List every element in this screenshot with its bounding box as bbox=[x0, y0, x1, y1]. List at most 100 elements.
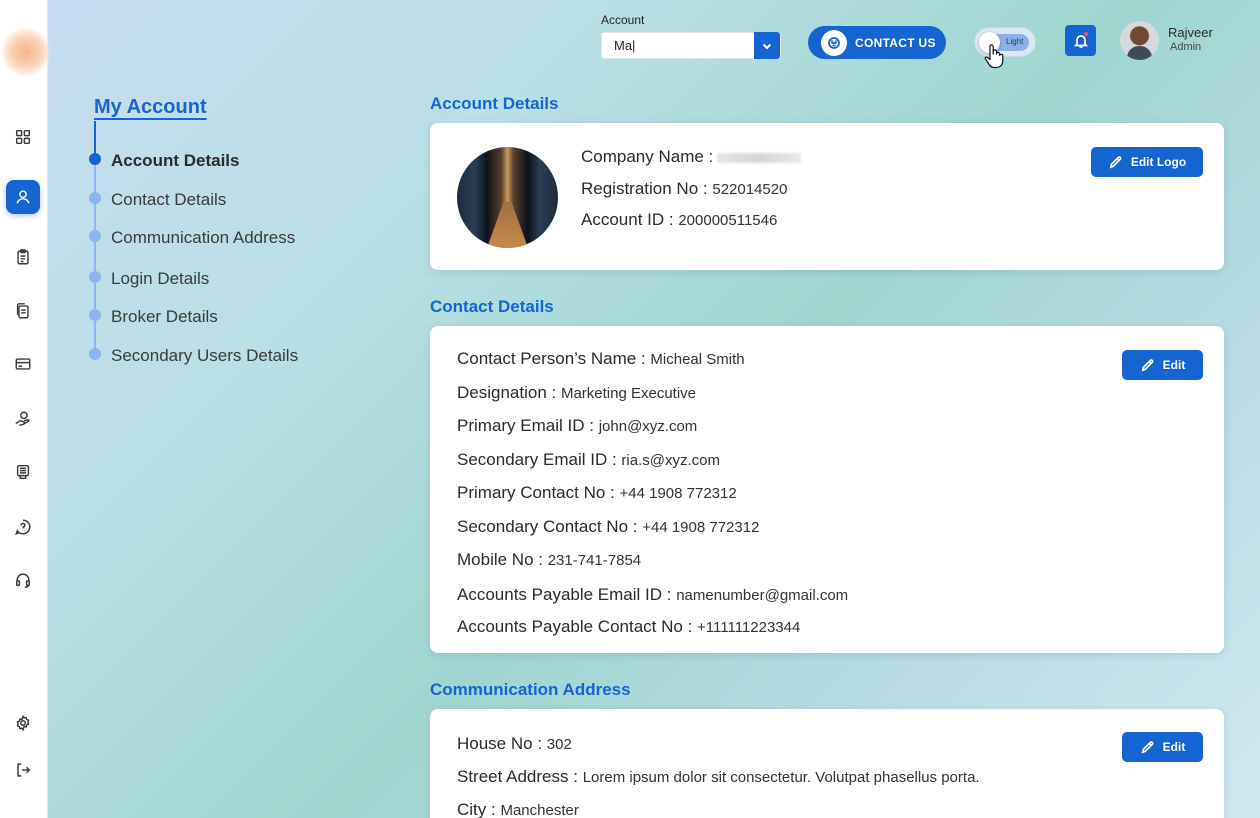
settings-icon[interactable] bbox=[6, 706, 40, 740]
brand-logo bbox=[2, 28, 50, 76]
company-name-field: Company Name : bbox=[581, 147, 802, 167]
account-details-card: Company Name : Registration No : 5220145… bbox=[430, 123, 1224, 270]
tree-dot bbox=[89, 230, 101, 242]
field-label: City : bbox=[457, 800, 496, 818]
contact-details-card: Contact Person’s Name : Micheal Smith De… bbox=[430, 326, 1224, 653]
theme-label: Light bbox=[1006, 37, 1024, 46]
contact-us-button[interactable]: CONTACT US bbox=[808, 26, 946, 59]
redacted-value bbox=[717, 152, 802, 163]
nav-item-broker-details[interactable]: Broker Details bbox=[111, 307, 218, 327]
sidebar bbox=[0, 0, 50, 818]
user-name: Rajveer bbox=[1168, 25, 1213, 40]
account-details-heading: Account Details bbox=[430, 94, 559, 113]
notifications-button[interactable] bbox=[1065, 25, 1096, 56]
help-icon[interactable] bbox=[6, 510, 40, 544]
edit-label: Edit bbox=[1162, 740, 1186, 754]
notification-dot bbox=[1084, 32, 1088, 36]
contact-field: Primary Contact No : +44 1908 772312 bbox=[457, 483, 737, 503]
field-value: Manchester bbox=[500, 802, 579, 818]
nav-item-contact-details[interactable]: Contact Details bbox=[111, 190, 226, 210]
chevron-down-icon[interactable] bbox=[754, 32, 780, 59]
contact-field: Secondary Contact No : +44 1908 772312 bbox=[457, 517, 759, 537]
hand-cursor-icon bbox=[984, 44, 1004, 69]
contact-us-label: CONTACT US bbox=[855, 35, 936, 50]
field-label: Secondary Email ID : bbox=[457, 450, 617, 469]
field-label: Street Address : bbox=[457, 767, 578, 786]
tree-dot bbox=[89, 192, 101, 204]
contact-field: Accounts Payable Contact No : +111111223… bbox=[457, 617, 800, 637]
field-value: 522014520 bbox=[712, 181, 788, 198]
hand-coin-icon[interactable] bbox=[6, 402, 40, 436]
nav-item-secondary-users[interactable]: Secondary Users Details bbox=[111, 346, 298, 366]
nav-item-account-details[interactable]: Account Details bbox=[111, 151, 239, 171]
field-label: Secondary Contact No : bbox=[457, 517, 638, 536]
card-icon[interactable] bbox=[6, 347, 40, 381]
page-title: My Account bbox=[94, 96, 207, 118]
company-logo bbox=[457, 147, 558, 248]
headset-icon[interactable] bbox=[6, 563, 40, 597]
account-select[interactable] bbox=[601, 32, 781, 59]
pencil-icon bbox=[1141, 358, 1154, 372]
communication-address-card: House No : 302 Street Address : Lorem ip… bbox=[430, 709, 1224, 818]
field-value: Micheal Smith bbox=[650, 351, 745, 368]
edit-contact-button[interactable]: Edit bbox=[1122, 350, 1203, 380]
edit-label: Edit bbox=[1162, 358, 1186, 372]
contact-field: Designation : Marketing Executive bbox=[457, 383, 696, 403]
pencil-icon bbox=[1109, 155, 1122, 169]
field-value: +44 1908 772312 bbox=[642, 519, 760, 536]
contact-field: Accounts Payable Email ID : namenumber@g… bbox=[457, 585, 848, 605]
contact-field: Secondary Email ID : ria.s@xyz.com bbox=[457, 450, 720, 470]
address-field: Street Address : Lorem ipsum dolor sit c… bbox=[457, 767, 980, 787]
field-label: Contact Person’s Name : bbox=[457, 349, 646, 368]
field-label: Accounts Payable Email ID : bbox=[457, 585, 672, 604]
field-label: Designation : bbox=[457, 383, 557, 402]
communication-address-heading: Communication Address bbox=[430, 680, 631, 699]
address-field: House No : 302 bbox=[457, 734, 572, 754]
avatar[interactable] bbox=[1120, 21, 1159, 60]
logout-icon[interactable] bbox=[6, 753, 40, 787]
contact-field: Contact Person’s Name : Micheal Smith bbox=[457, 349, 745, 369]
edit-logo-label: Edit Logo bbox=[1130, 155, 1187, 169]
documents-icon[interactable] bbox=[6, 294, 40, 328]
edit-address-button[interactable]: Edit bbox=[1122, 732, 1203, 762]
field-label: Primary Email ID : bbox=[457, 416, 594, 435]
field-value: +111111223344 bbox=[697, 619, 801, 636]
printer-icon[interactable] bbox=[6, 455, 40, 489]
pencil-icon bbox=[1141, 740, 1154, 754]
contact-field: Mobile No : 231-741-7854 bbox=[457, 550, 641, 570]
tree-dot bbox=[89, 348, 101, 360]
nav-item-communication-address[interactable]: Communication Address bbox=[111, 228, 295, 248]
tree-line bbox=[94, 160, 96, 356]
chat-support-icon bbox=[821, 29, 847, 56]
tree-dot bbox=[89, 271, 101, 283]
field-label: House No : bbox=[457, 734, 543, 753]
edit-logo-button[interactable]: Edit Logo bbox=[1091, 147, 1203, 177]
field-value: +44 1908 772312 bbox=[619, 485, 737, 502]
field-value: 231-741-7854 bbox=[547, 552, 642, 569]
field-label: Account ID : bbox=[581, 210, 674, 229]
field-value: 302 bbox=[546, 736, 572, 753]
field-value: ria.s@xyz.com bbox=[621, 452, 720, 469]
nav-item-login-details[interactable]: Login Details bbox=[111, 269, 209, 289]
field-value: namenumber@gmail.com bbox=[676, 587, 849, 604]
field-label: Accounts Payable Contact No : bbox=[457, 617, 693, 636]
field-value: Lorem ipsum dolor sit consectetur. Volut… bbox=[582, 769, 980, 786]
clipboard-icon[interactable] bbox=[6, 240, 40, 274]
field-label: Registration No : bbox=[581, 179, 708, 198]
account-label: Account bbox=[601, 13, 645, 27]
user-role: Admin bbox=[1170, 41, 1202, 53]
address-field: City : Manchester bbox=[457, 800, 579, 818]
account-id-field: Account ID : 200000511546 bbox=[581, 210, 777, 230]
field-value: 200000511546 bbox=[678, 212, 778, 229]
contact-field: Primary Email ID : john@xyz.com bbox=[457, 416, 697, 436]
tree-dot-active bbox=[89, 153, 101, 165]
field-label: Primary Contact No : bbox=[457, 483, 615, 502]
contact-details-heading: Contact Details bbox=[430, 297, 554, 316]
field-value: Marketing Executive bbox=[560, 385, 697, 402]
user-icon[interactable] bbox=[6, 180, 40, 214]
grid-icon[interactable] bbox=[6, 120, 40, 154]
registration-field: Registration No : 522014520 bbox=[581, 179, 787, 199]
account-input[interactable] bbox=[602, 33, 754, 58]
tree-dot bbox=[89, 309, 101, 321]
field-value: john@xyz.com bbox=[598, 418, 698, 435]
